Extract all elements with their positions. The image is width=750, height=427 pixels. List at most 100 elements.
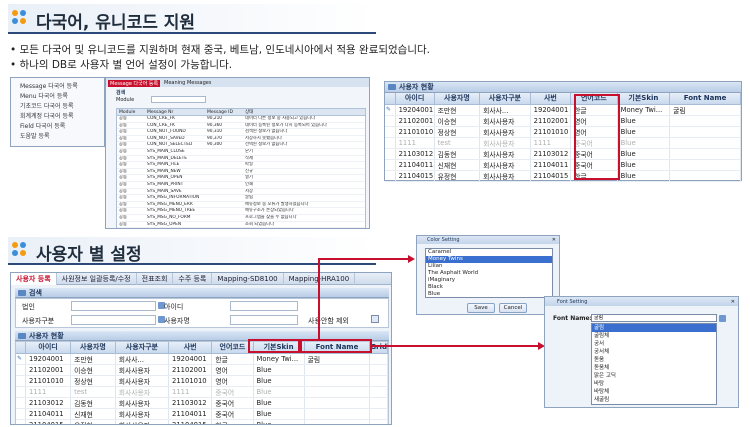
menu-list-item[interactable]: Message 다국어 등록 [20, 82, 78, 92]
table-row[interactable]: 21104015유정현회사사용자21104015한글Blue [385, 170, 741, 182]
font-option[interactable]: 굴림체 [592, 332, 716, 340]
font-option[interactable]: 궁서체 [592, 348, 716, 356]
message-row[interactable]: 공통 CON_NOT_SELECTED 90,300 선택된 정보가 없습니다 [117, 142, 365, 149]
table-row[interactable]: 21102001 이승현 회사사용자 21102001 영어 Blue [385, 115, 741, 127]
table-row[interactable]: ✎ 19204001 조만현 회사사... 19204001 한글 Money Twi...… [385, 104, 741, 116]
message-col-header[interactable]: 상태 [243, 109, 361, 115]
font-option[interactable]: 새굴림 [592, 396, 716, 404]
message-row[interactable]: 공통 SYS_MSG_MENU_ERR 메뉴정보 중 오류가 발생하였습니다 [117, 202, 365, 209]
color-dialog-title: Color Setting [427, 237, 460, 243]
font-option[interactable]: 궁서 [592, 340, 716, 348]
font-name-field[interactable]: 굴림 [591, 314, 717, 322]
grid-col-header[interactable]: 사용자명 [70, 342, 116, 354]
message-row[interactable]: 공통 SYS_MSG_MENU_TREE 메뉴구조가 손상되었습니다 [117, 208, 365, 215]
tab-meaning[interactable]: Meaning Messages [164, 80, 211, 86]
user-type-field[interactable] [71, 315, 156, 325]
user-name-field[interactable] [230, 315, 298, 325]
id-field[interactable] [230, 301, 298, 311]
message-row[interactable]: 공통 SYS_MAIN_FILE 파일 [117, 162, 365, 169]
message-row[interactable]: 공통 SYS_MSG_INFORMATION 알림 [117, 195, 365, 202]
table-row[interactable]: 21104015유정현회사사용자21104015한글Blue [16, 419, 388, 424]
color-option[interactable]: Blue [426, 291, 552, 298]
grid-col-header[interactable]: 사용자구분 [115, 342, 170, 354]
menu-list-item[interactable]: 회계계정 다국어 등록 [20, 112, 78, 122]
table-row[interactable]: 21101010 정상현 회사사용자 21101010 영어 Blue [16, 375, 388, 387]
message-row[interactable]: 공통 SYS_MAIN_CLOSE 닫기 [117, 149, 365, 156]
table-cell: 중국어 [211, 397, 254, 409]
grid-col-header[interactable]: 사용자명 [434, 93, 481, 105]
color-option[interactable]: Black [426, 284, 552, 291]
font-option[interactable]: 돋움체 [592, 364, 716, 372]
tab-2[interactable]: 사원정보 일괄등록/수정 [57, 273, 137, 285]
exclude-unused-checkbox[interactable] [371, 315, 379, 323]
font-listbox[interactable]: 굴림 굴림체 궁서 궁서체 돋움 돋움체 맑은 고딕 바탕 바탕체 새굴림 [591, 323, 717, 405]
table-cell: 21104011 [530, 159, 572, 171]
font-option[interactable]: 바탕체 [592, 388, 716, 396]
table-cell [369, 375, 388, 387]
message-row[interactable]: 공통 SYS_MSG_NO_FORM 프로그램을 찾을 수 없습니다 [117, 215, 365, 222]
tab-3[interactable]: 전표조회 [137, 273, 174, 285]
tab-1[interactable]: 사용자 등록 [11, 273, 57, 285]
message-col-header[interactable]: Module [117, 109, 145, 115]
table-row[interactable]: ✎ 19204001 조만현 회사사... 19204001 한글 Money Twi...… [16, 353, 388, 365]
color-save-button[interactable]: Save [467, 303, 495, 313]
font-option[interactable]: 돋움 [592, 356, 716, 364]
color-cancel-button[interactable]: Cancel [499, 303, 527, 313]
message-col-header[interactable]: Message Nr [145, 109, 205, 115]
message-row[interactable]: 공통 SYS_MAIN_DELETE 삭제 [117, 156, 365, 163]
message-col-header[interactable]: Message ID [205, 109, 243, 115]
message-row[interactable]: 공통 SYS_MAIN_PRINT 인쇄 [117, 182, 365, 189]
menu-list-item[interactable]: 도움말 등록 [20, 132, 78, 142]
grid-col-header[interactable]: 사용자구분 [479, 93, 531, 105]
table-cell [304, 375, 371, 387]
table-row[interactable]: 21101010 정상현 회사사용자 21101010 영어 Blue [385, 126, 741, 138]
grid-col-header[interactable]: 아이디 [25, 342, 72, 354]
module-field[interactable] [151, 96, 206, 103]
color-option[interactable]: iMaginary [426, 277, 552, 284]
color-option[interactable]: Money Twins [426, 256, 552, 263]
message-cell: 공통 [119, 181, 127, 187]
message-row[interactable]: 공통 SYS_MSG_OPEN 조회 되었습니다 [117, 222, 365, 228]
table-row[interactable]: 21104011 신재현 회사사용자 21104011 중국어 Blue [385, 159, 741, 171]
font-dialog-close-icon[interactable]: ✕ [731, 299, 735, 305]
table-cell [369, 353, 388, 365]
message-row[interactable]: 공통 CON_NOT_SAVED 90,370 저장하지 못했습니다 [117, 136, 365, 143]
message-row[interactable]: 공통 CON_CRE_FK 90,360 데이터 등록된 정보가 다시 등록되어 있습… [117, 123, 365, 130]
menu-list-item[interactable]: 기초코드 다국어 등록 [20, 102, 78, 112]
menu-list-item[interactable]: Field 다국어 등록 [20, 122, 78, 132]
table-cell: 19204001 [168, 353, 213, 365]
color-option[interactable]: Caramel [426, 249, 552, 256]
table-row[interactable]: 21104011 신재현 회사사용자 21104011 중국어 Blue [16, 408, 388, 420]
grid-col-header[interactable]: 기본Skin [617, 93, 671, 105]
grid-col-header[interactable]: Grid [369, 342, 388, 354]
message-row[interactable]: 공통 SYS_MAIN_NEW 신규 [117, 169, 365, 176]
message-row[interactable]: 공통 SYS_MAIN_OPEN 열기 [117, 175, 365, 182]
table-row[interactable]: 1111 test 회사사용자 1111 중국어 Blue [385, 137, 741, 149]
font-option[interactable]: 바탕 [592, 380, 716, 388]
table-row[interactable]: 21103012 김동현 회사사용자 21103012 중국어 Blue [385, 148, 741, 160]
color-listbox[interactable]: Caramel Money Twins Lilian The Asphalt Worl… [425, 248, 553, 298]
message-row[interactable]: 공통 CON_NOT_FOUND 90,310 검색된 정보가 없습니다 [117, 129, 365, 136]
tab-4[interactable]: 수주 등록 [173, 273, 213, 285]
grid-col-header[interactable]: 아이디 [395, 93, 435, 105]
color-option[interactable]: Lilian [426, 263, 552, 270]
tab-5[interactable]: Mapping-SD8100 [212, 273, 284, 285]
message-row[interactable]: 공통 SYS_MAIN_SAVE 저장 [117, 189, 365, 196]
grid-col-header[interactable]: 사번 [530, 93, 572, 105]
tab-message[interactable]: Message 다국어 등록 [108, 80, 161, 87]
table-row[interactable]: 21102001 이승현 회사사용자 21102001 영어 Blue [16, 364, 388, 376]
menu-list-item[interactable]: Menu 다국어 등록 [20, 92, 78, 102]
font-option[interactable]: 맑은 고딕 [592, 372, 716, 380]
message-row[interactable]: 공통 CON_CRE_FK 90,210 데이터 다른 정보 중 사용되고 있습니다 [117, 116, 365, 123]
font-dropdown-icon[interactable] [719, 315, 726, 322]
grid-col-header[interactable]: Font Name [669, 93, 741, 105]
table-row[interactable]: 21103012 김동현 회사사용자 21103012 중국어 Blue [16, 397, 388, 409]
corp-field[interactable] [71, 301, 156, 311]
table-row[interactable]: 1111 test 회사사용자 1111 중국어 Blue [16, 386, 388, 398]
color-dialog-close-icon[interactable]: ✕ [552, 237, 556, 243]
grid-col-header[interactable]: 언어코드 [211, 342, 254, 354]
grid-col-header[interactable]: 사번 [168, 342, 213, 354]
font-option[interactable]: 굴림 [592, 324, 716, 332]
table-cell: 중국어 [211, 408, 254, 420]
color-option[interactable]: The Asphalt World [426, 270, 552, 277]
